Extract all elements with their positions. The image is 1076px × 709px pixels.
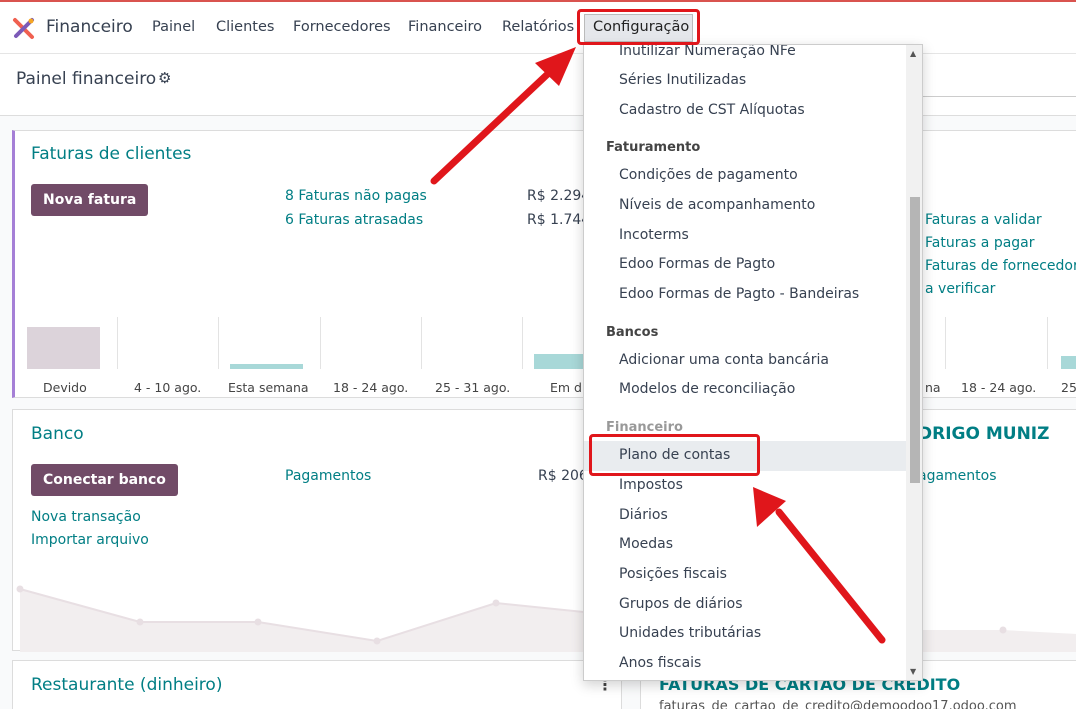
annotation-arrow-shaft — [430, 65, 557, 185]
annotation-arrows — [430, 47, 886, 644]
annotation-arrow-shaft — [775, 508, 886, 644]
annotation-arrow-head — [753, 487, 786, 527]
